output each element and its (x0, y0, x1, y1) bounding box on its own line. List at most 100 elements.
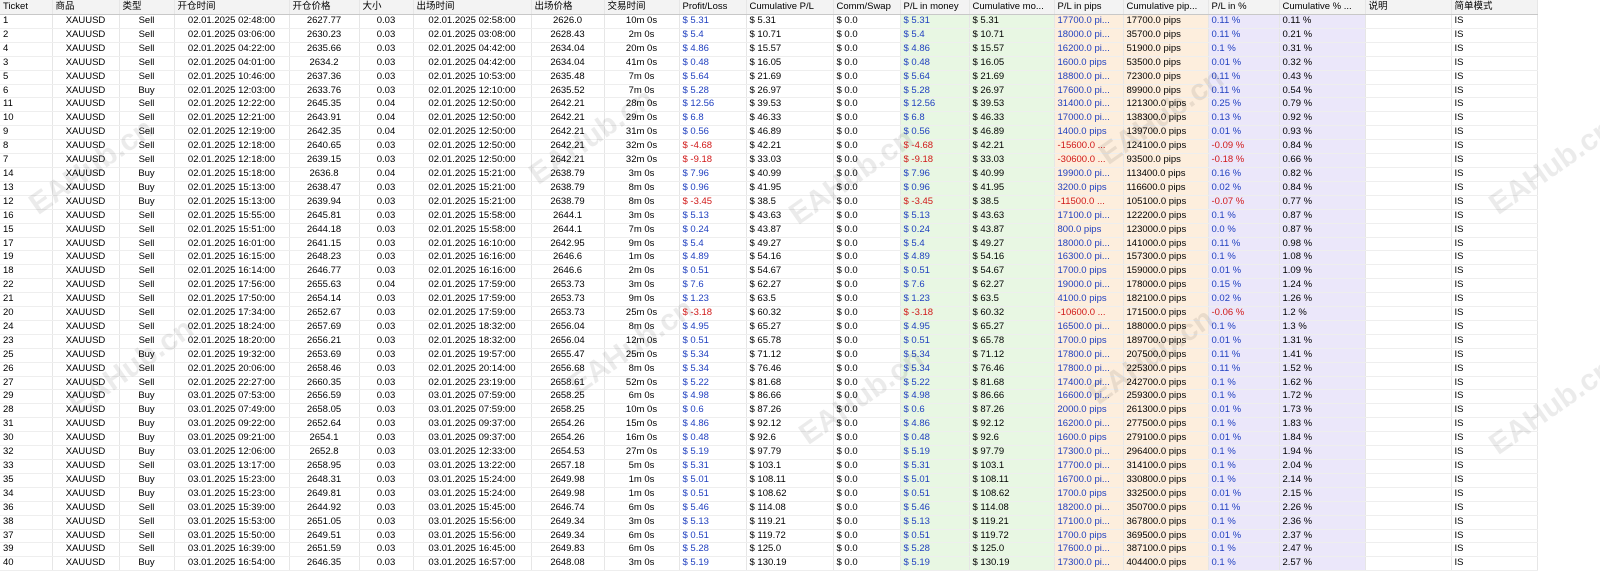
table-row[interactable]: 40 XAUUSD Buy 03.01.2025 16:54:00 2646.35 0.0… (0, 556, 1538, 571)
table-row[interactable]: 5 XAUUSD Sell 02.01.2025 10:46:00 2637.36 0.0… (0, 70, 1538, 85)
cell-ticket: 29 (0, 389, 53, 405)
cell-note (1365, 97, 1452, 113)
cell-size: 0.04 (359, 125, 414, 141)
col-pl-money-header[interactable]: P/L in money (900, 0, 970, 15)
cell-type: Sell (119, 501, 175, 516)
table-row[interactable]: 9 XAUUSD Sell 02.01.2025 12:19:00 2642.35 0.0… (0, 125, 1538, 141)
table-row[interactable]: 25 XAUUSD Buy 02.01.2025 19:32:00 2653.69 0.0… (0, 348, 1538, 363)
table-row[interactable]: 28 XAUUSD Buy 03.01.2025 07:49:00 2658.05 0.0… (0, 403, 1538, 419)
col-close-price-header[interactable]: 出场价格 (531, 0, 605, 15)
table-row[interactable]: 36 XAUUSD Sell 03.01.2025 15:39:00 2644.92 0.… (0, 501, 1538, 516)
table-row[interactable]: 33 XAUUSD Sell 03.01.2025 13:17:00 2658.95 0.… (0, 459, 1538, 474)
cell-pl-pct: 0.11 % (1208, 84, 1280, 99)
table-row[interactable]: 18 XAUUSD Sell 02.01.2025 16:14:00 2646.77 0.… (0, 264, 1538, 280)
col-note-header[interactable]: 说明 (1365, 0, 1452, 15)
table-row[interactable]: 38 XAUUSD Sell 03.01.2025 15:53:00 2651.05 0.… (0, 515, 1538, 530)
cell-pl-money: $ 5.34 (900, 362, 970, 377)
table-row[interactable]: 30 XAUUSD Buy 03.01.2025 09:21:00 2654.1 0.03… (0, 431, 1538, 447)
col-size-header[interactable]: 大小 (359, 0, 414, 15)
cell-cum-pl: $ 119.72 (746, 529, 834, 544)
table-row[interactable]: 10 XAUUSD Sell 02.01.2025 12:21:00 2643.91 0.… (0, 111, 1538, 127)
table-row[interactable]: 11 XAUUSD Sell 02.01.2025 12:22:00 2645.35 0.… (0, 97, 1538, 113)
col-open-price-header[interactable]: 开仓价格 (289, 0, 360, 15)
cell-cum-pips: 35700.0 pips (1123, 28, 1209, 43)
cell-cum-pl: $ 125.0 (746, 542, 834, 558)
cell-type: Buy (119, 431, 175, 447)
cell-comm: $ 0.0 (833, 237, 901, 252)
col-pl-pips-header[interactable]: P/L in pips (1054, 0, 1124, 15)
cell-close-time: 03.01.2025 16:57:00 (413, 556, 532, 571)
table-row[interactable]: 19 XAUUSD Sell 02.01.2025 16:15:00 2648.23 0.… (0, 250, 1538, 266)
cell-comm: $ 0.0 (833, 542, 901, 558)
cell-pl-money: $ 5.34 (900, 348, 970, 363)
col-cumulative-pips-header[interactable]: Cumulative pip... (1123, 0, 1209, 15)
cell-comm: $ 0.0 (833, 459, 901, 474)
cell-open-price: 2654.14 (289, 292, 360, 308)
table-row[interactable]: 12 XAUUSD Buy 02.01.2025 15:13:00 2639.94 0.0… (0, 195, 1538, 210)
table-row[interactable]: 13 XAUUSD Buy 02.01.2025 15:13:00 2638.47 0.0… (0, 181, 1538, 196)
cell-symbol: XAUUSD (52, 389, 120, 405)
cell-note (1365, 376, 1452, 391)
table-row[interactable]: 37 XAUUSD Sell 03.01.2025 15:50:00 2649.51 0.… (0, 529, 1538, 544)
cell-size: 0.03 (359, 264, 414, 280)
table-row[interactable]: 22 XAUUSD Sell 02.01.2025 17:56:00 2655.63 0.… (0, 278, 1538, 294)
cell-size: 0.03 (359, 292, 414, 308)
table-row[interactable]: 2 XAUUSD Sell 02.01.2025 03:06:00 2630.23 0.0… (0, 28, 1538, 43)
cell-pl-money: $ -9.18 (900, 153, 970, 168)
table-row[interactable]: 34 XAUUSD Buy 03.01.2025 15:23:00 2649.81 0.0… (0, 487, 1538, 502)
table-row[interactable]: 4 XAUUSD Sell 02.01.2025 04:22:00 2635.66 0.0… (0, 42, 1538, 57)
table-row[interactable]: 31 XAUUSD Buy 03.01.2025 09:22:00 2652.64 0.0… (0, 417, 1538, 433)
table-row[interactable]: 1 XAUUSD Sell 02.01.2025 02:48:00 2627.77 0.0… (0, 14, 1538, 29)
cell-cum-pct: 0.21 % (1279, 28, 1366, 43)
table-row[interactable]: 16 XAUUSD Sell 02.01.2025 15:55:00 2645.81 0.… (0, 209, 1538, 224)
col-duration-header[interactable]: 交易时间 (604, 0, 680, 15)
table-row[interactable]: 7 XAUUSD Sell 02.01.2025 12:18:00 2639.15 0.0… (0, 153, 1538, 168)
cell-pl-money: $ -4.68 (900, 139, 970, 155)
table-row[interactable]: 35 XAUUSD Buy 03.01.2025 15:23:00 2648.31 0.0… (0, 473, 1538, 488)
table-row[interactable]: 24 XAUUSD Sell 02.01.2025 18:24:00 2657.69 0.… (0, 320, 1538, 335)
col-comm-swap-header[interactable]: Comm/Swap (833, 0, 901, 15)
table-row[interactable]: 27 XAUUSD Sell 02.01.2025 22:27:00 2660.35 0.… (0, 376, 1538, 391)
cell-close-time: 02.01.2025 15:58:00 (413, 223, 532, 238)
table-row[interactable]: 6 XAUUSD Buy 02.01.2025 12:03:00 2633.76 0.03… (0, 84, 1538, 99)
col-simple-mode-header[interactable]: 简单模式 (1451, 0, 1538, 15)
cell-duration: 52m 0s (604, 376, 680, 391)
col-cumulative-money-header[interactable]: Cumulative mo... (969, 0, 1055, 15)
table-row[interactable]: 3 XAUUSD Sell 02.01.2025 04:01:00 2634.2 0.03… (0, 56, 1538, 71)
table-row[interactable]: 32 XAUUSD Buy 03.01.2025 12:06:00 2652.8 0.03… (0, 445, 1538, 460)
cell-open-time: 02.01.2025 04:01:00 (174, 56, 290, 71)
table-row[interactable]: 39 XAUUSD Sell 03.01.2025 16:39:00 2651.59 0.… (0, 542, 1538, 558)
table-row[interactable]: 29 XAUUSD Buy 03.01.2025 07:53:00 2656.59 0.0… (0, 389, 1538, 405)
cell-pl-pips: 31400.0 pi... (1054, 97, 1124, 113)
cell-duration: 6m 0s (604, 389, 680, 405)
col-open-time-header[interactable]: 开仓时间 (174, 0, 290, 15)
table-row[interactable]: 23 XAUUSD Sell 02.01.2025 18:20:00 2656.21 0.… (0, 334, 1538, 349)
table-row[interactable]: 15 XAUUSD Sell 02.01.2025 15:51:00 2644.18 0.… (0, 223, 1538, 238)
cell-cum-pips: 105100.0 pips (1123, 195, 1209, 210)
table-header: Ticket 商品 类型 开仓时间 开仓价格 大小 出场时间 出场价格 交易时间 Profit/L… (0, 0, 1538, 15)
col-symbol-header[interactable]: 商品 (52, 0, 120, 15)
col-type-header[interactable]: 类型 (119, 0, 175, 15)
col-pl-percent-header[interactable]: P/L in % (1208, 0, 1280, 15)
cell-pl-pct: -0.09 % (1208, 139, 1280, 155)
col-close-time-header[interactable]: 出场时间 (413, 0, 532, 15)
col-cumulative-pl-header[interactable]: Cumulative P/L (746, 0, 834, 15)
cell-close-price: 2642.21 (531, 111, 605, 127)
cell-mode: IS (1451, 403, 1538, 419)
cell-mode: IS (1451, 70, 1538, 85)
cell-cum-pl: $ 71.12 (746, 348, 834, 363)
table-row[interactable]: 17 XAUUSD Sell 02.01.2025 16:01:00 2641.15 0.… (0, 237, 1538, 252)
table-row[interactable]: 26 XAUUSD Sell 02.01.2025 20:06:00 2658.46 0.… (0, 362, 1538, 377)
table-row[interactable]: 14 XAUUSD Buy 02.01.2025 15:18:00 2636.8 0.04… (0, 167, 1538, 182)
cell-duration: 3m 0s (604, 209, 680, 224)
cell-ticket: 5 (0, 70, 53, 85)
table-row[interactable]: 20 XAUUSD Sell 02.01.2025 17:34:00 2652.67 0.… (0, 306, 1538, 321)
cell-ticket: 1 (0, 14, 53, 29)
table-row[interactable]: 21 XAUUSD Sell 02.01.2025 17:50:00 2654.14 0.… (0, 292, 1538, 308)
cell-cum-pct: 0.98 % (1279, 237, 1366, 252)
col-cumulative-percent-header[interactable]: Cumulative % ... (1279, 0, 1366, 15)
cell-cum-pips: 53500.0 pips (1123, 56, 1209, 71)
col-ticket-header[interactable]: Ticket (0, 0, 53, 15)
col-profit-loss-header[interactable]: Profit/Loss (679, 0, 747, 15)
table-row[interactable]: 8 XAUUSD Sell 02.01.2025 12:18:00 2640.65 0.0… (0, 139, 1538, 155)
